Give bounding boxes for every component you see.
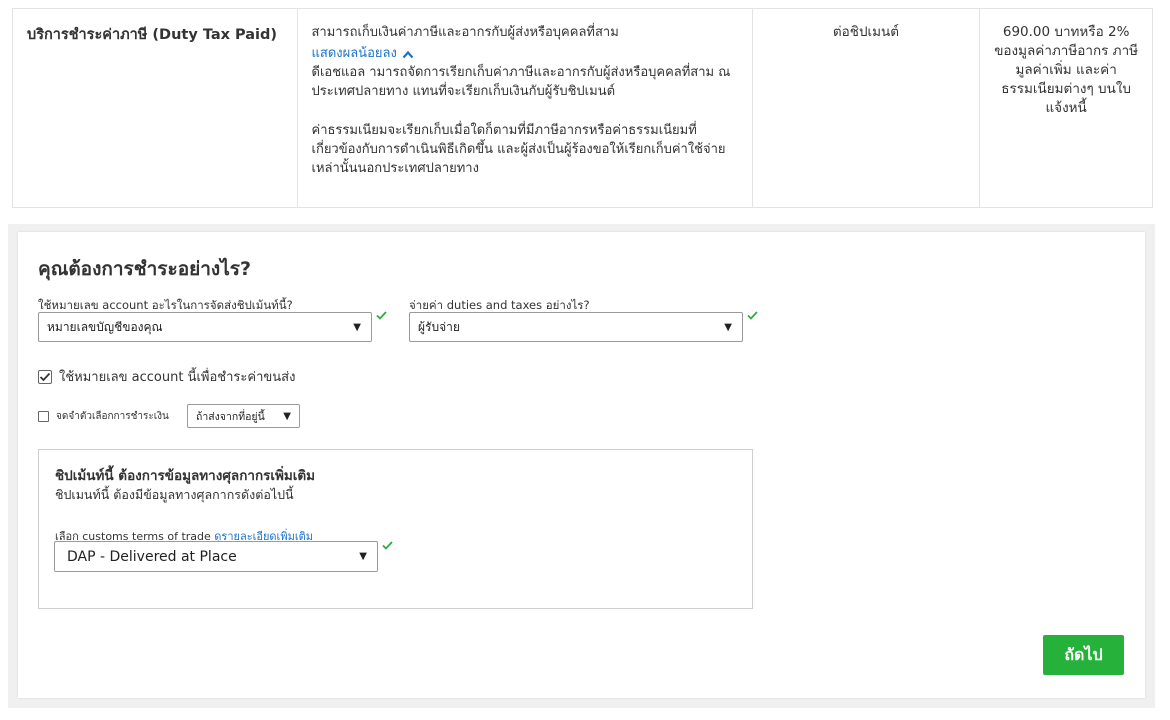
remember-checkbox[interactable] [38,411,49,422]
checkmark-icon [747,311,758,320]
dropdown-caret-icon: ▼ [724,321,732,333]
service-price: 690.00 บาทหรือ 2% ของมูลค่าภาษีอากร ภาษี… [994,24,1139,116]
customs-title: ชิปเม้นท์นี้ ต้องการข้อมูลทางศุลกากรเพิ่… [55,468,316,484]
service-unit-cell: ต่อชิปเมนต์ [753,9,981,207]
remember-label: จดจำตัวเลือกการชำระเงิน [56,411,169,422]
dropdown-caret-icon: ▼ [283,410,291,422]
remember-select[interactable]: ถ้าส่งจากที่อยู่นี้ ▼ [187,404,300,428]
use-account-label: ใช้หมายเลข account นี้เพื่อชำระค่าขนส่ง [59,370,296,385]
payment-panel: คุณต้องการชำระอย่างไร? ใช้หมายเลข accoun… [18,232,1145,698]
checkmark-icon [382,541,393,550]
description-paragraph: ค่าธรรมเนียมจะเรียกเก็บเมื่อใดก็ตามที่มี… [311,123,726,176]
description-intro: สามารถเก็บเงินค่าภาษีและอากรกับผู้ส่งหรื… [311,25,619,40]
checkmark-icon [376,311,387,320]
dropdown-caret-icon: ▼ [359,551,367,562]
customs-info-box: ชิปเม้นท์นี้ ต้องการข้อมูลทางศุลกากรเพิ่… [38,449,753,609]
service-unit: ต่อชิปเมนต์ [832,24,900,40]
show-less-link[interactable]: แสดงผลน้อยลง [312,45,414,63]
use-account-row: ใช้หมายเลข account นี้เพื่อชำระค่าขนส่ง [38,366,295,387]
service-price-cell: 690.00 บาทหรือ 2% ของมูลค่าภาษีอากร ภาษี… [980,9,1152,207]
use-account-checkbox[interactable] [38,369,52,384]
duties-select[interactable]: ผู้รับจ่าย ▼ [409,312,743,342]
description-paragraph: ดีเอชแอล ามารถจัดการเรียกเก็บค่าภาษีและอ… [311,65,731,99]
customs-terms-value: DAP - Delivered at Place [67,548,237,565]
duties-select-value: ผู้รับจ่าย [418,319,460,334]
customs-subtitle: ชิปเมนท์นี้ ต้องมีข้อมูลทางศุลกากรดังต่อ… [55,487,294,502]
payment-title: คุณต้องการชำระอย่างไร? [38,258,251,280]
service-name: บริการชำระค่าภาษี (Duty Tax Paid) [27,27,278,43]
customs-terms-select[interactable]: DAP - Delivered at Place ▼ [54,541,378,572]
account-select[interactable]: หมายเลขบัญชีของคุณ ▼ [38,312,372,342]
chevron-up-icon [402,50,414,58]
remember-select-value: ถ้าส่งจากที่อยู่นี้ [196,410,265,423]
service-description-cell: สามารถเก็บเงินค่าภาษีและอากรกับผู้ส่งหรื… [298,9,753,207]
account-select-value: หมายเลขบัญชีของคุณ [47,319,163,334]
service-name-cell: บริการชำระค่าภาษี (Duty Tax Paid) [13,9,298,207]
service-table: บริการชำระค่าภาษี (Duty Tax Paid) สามารถ… [12,8,1153,208]
show-less-label: แสดงผลน้อยลง [311,46,397,61]
next-button[interactable]: ถัดไป [1043,635,1124,675]
checkmark-icon [39,372,51,381]
remember-row: จดจำตัวเลือกการชำระเงิน [38,409,169,424]
dropdown-caret-icon: ▼ [353,321,361,333]
